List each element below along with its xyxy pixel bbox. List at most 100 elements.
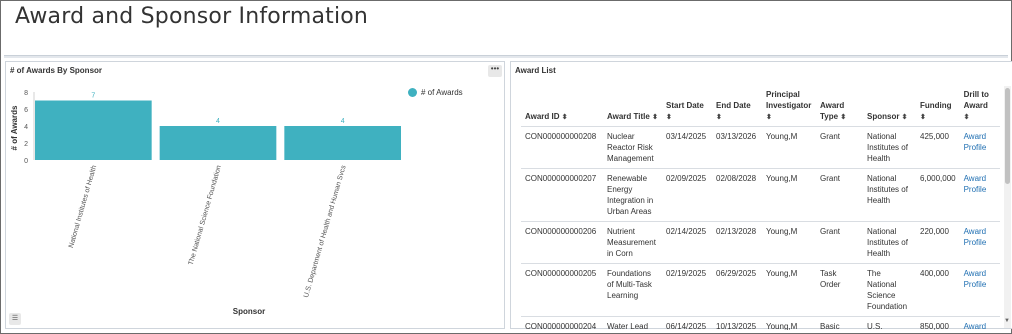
table-panel-title: Award List	[515, 66, 556, 75]
scroll-down-arrow-icon[interactable]: ▼	[1004, 318, 1010, 324]
table-cell: Grant	[816, 126, 863, 169]
table-cell: Task Order	[816, 263, 863, 317]
table-cell: U.S. Department	[863, 316, 916, 330]
table-cell: Grant	[816, 168, 863, 222]
sort-icon[interactable]: ⬍	[666, 114, 672, 121]
award-profile-link[interactable]: Award Profile	[959, 263, 1000, 317]
table-cell: CON000000000208	[521, 126, 603, 169]
x-tick-label: The National Science Foundation	[188, 165, 223, 267]
table-view-button[interactable]: ☰	[9, 313, 21, 325]
column-header-label: Drill to Award	[963, 90, 989, 110]
table-header-row: Award ID ⬍ Award Title ⬍ Start Date ⬍ End D…	[521, 86, 1000, 127]
column-header-label: Sponsor	[867, 112, 902, 121]
sort-icon[interactable]: ⬍	[716, 114, 722, 121]
table-row[interactable]: CON000000000205 Foundations of Multi-Task…	[521, 263, 1000, 317]
table-cell: Grant	[816, 221, 863, 264]
column-header[interactable]: Award ID ⬍	[521, 86, 603, 127]
table-cell: Renewable Energy Integration in Urban Ar…	[603, 168, 662, 222]
x-tick-label: National Institutes of Health	[68, 165, 98, 249]
table-cell: 06/14/2025	[662, 316, 712, 330]
table-row[interactable]: CON000000000208 Nuclear Reactor Risk Mana…	[521, 126, 1000, 169]
table-cell: CON000000000204	[521, 316, 603, 330]
table-cell: 03/14/2025	[662, 126, 712, 169]
column-header[interactable]: Award Title ⬍	[603, 86, 662, 127]
sort-icon[interactable]: ⬍	[652, 114, 658, 121]
award-table: Award ID ⬍ Award Title ⬍ Start Date ⬍ End D…	[521, 86, 1000, 330]
column-header[interactable]: End Date ⬍	[712, 86, 762, 127]
bar-chart: 0 2 4 6 8 # of Awards 7 National Institutes of …	[10, 90, 401, 316]
table-cell: 220,000	[916, 221, 960, 264]
column-header[interactable]: Principal Investigator ⬍	[762, 86, 816, 127]
column-header[interactable]: Drill to Award ⬍	[959, 86, 1000, 127]
vertical-scrollbar[interactable]	[1004, 86, 1011, 328]
award-profile-link[interactable]: Award Profile	[959, 168, 1000, 222]
table-cell: 6,000,000	[916, 168, 960, 222]
sort-icon[interactable]: ⬍	[902, 114, 908, 121]
awards-by-sponsor-panel: # of Awards By Sponsor ••• # of Awards 0…	[5, 61, 505, 329]
column-header-label: Award ID	[525, 112, 562, 121]
column-header-label: Principal Investigator	[766, 90, 812, 110]
table-cell: 425,000	[916, 126, 960, 169]
bar	[35, 100, 152, 160]
table-cell: 03/13/2026	[712, 126, 762, 169]
column-header[interactable]: Start Date ⬍	[662, 86, 712, 127]
bar-value-label: 4	[341, 118, 345, 125]
award-profile-link[interactable]: Award Profile	[959, 126, 1000, 169]
header-divider	[4, 55, 1008, 58]
table-cell: Water Lead Study in Rural	[603, 316, 662, 330]
table-cell: Young,M	[762, 221, 816, 264]
table-cell: 02/14/2025	[662, 221, 712, 264]
x-tick-label: U.S. Department of Health and Human Svcs	[303, 164, 348, 298]
table-cell: CON000000000205	[521, 263, 603, 317]
x-axis-label: Sponsor	[233, 307, 265, 316]
list-icon: ☰	[11, 315, 19, 322]
table-cell: CON000000000206	[521, 221, 603, 264]
table-cell: 06/29/2025	[712, 263, 762, 317]
table-body: CON000000000208 Nuclear Reactor Risk Mana…	[521, 126, 1000, 330]
y-tick-label: 8	[24, 90, 28, 97]
table-cell: 02/08/2028	[712, 168, 762, 222]
award-profile-link[interactable]: Award Profile	[959, 221, 1000, 264]
scrollbar-thumb[interactable]	[1005, 88, 1010, 184]
table-row[interactable]: CON000000000204Water Lead Study in Rural…	[521, 316, 1000, 330]
y-tick-label: 4	[24, 124, 28, 131]
table-cell: 02/09/2025	[662, 168, 712, 222]
table-row[interactable]: CON000000000206 Nutrient Measurement in C…	[521, 221, 1000, 264]
sort-icon[interactable]: ⬍	[964, 114, 970, 121]
sort-icon[interactable]: ⬍	[766, 114, 772, 121]
table-cell: 02/13/2028	[712, 221, 762, 264]
y-tick-label: 2	[24, 141, 28, 148]
y-axis-label: # of Awards	[10, 105, 19, 150]
award-list-panel: Award List Award ID ⬍ Award Title ⬍ Start …	[510, 61, 1012, 330]
table-cell: Young,M	[762, 168, 816, 222]
table-cell: The National Science Foundation	[863, 263, 916, 317]
sort-icon[interactable]: ⬍	[840, 114, 846, 121]
award-table-container[interactable]: Award ID ⬍ Award Title ⬍ Start Date ⬍ End D…	[521, 86, 1001, 330]
award-profile-link[interactable]: Award Profile	[959, 316, 1000, 330]
table-cell: National Institutes of Health	[863, 126, 916, 169]
bar	[284, 126, 401, 160]
table-cell: National Institutes of Health	[863, 221, 916, 264]
column-header-label: End Date	[716, 101, 751, 110]
table-cell: 10/13/2025	[712, 316, 762, 330]
table-cell: Nutrient Measurement in Corn	[603, 221, 662, 264]
table-cell: Nuclear Reactor Risk Management	[603, 126, 662, 169]
table-cell: Young,M	[762, 126, 816, 169]
sort-icon[interactable]: ⬍	[562, 114, 568, 121]
y-tick-label: 0	[24, 158, 28, 165]
page-title: Award and Sponsor Information	[15, 4, 369, 29]
sort-icon[interactable]: ⬍	[920, 114, 926, 121]
column-header[interactable]: Funding ⬍	[916, 86, 960, 127]
table-cell: Young,M	[762, 263, 816, 317]
table-cell: 02/19/2025	[662, 263, 712, 317]
column-header-label: Award Title	[607, 112, 653, 121]
table-row[interactable]: CON000000000207 Renewable Energy Integrat…	[521, 168, 1000, 222]
column-header[interactable]: Sponsor ⬍	[863, 86, 916, 127]
y-tick-label: 6	[24, 107, 28, 114]
table-cell: Basic Ordering	[816, 316, 863, 330]
dashboard-frame: Award and Sponsor Information # of Award…	[0, 0, 1012, 334]
table-cell: Foundations of Multi-Task Learning	[603, 263, 662, 317]
bar-value-label: 7	[91, 93, 95, 100]
table-cell: Young,M	[762, 316, 816, 330]
column-header[interactable]: Award Type ⬍	[816, 86, 863, 127]
